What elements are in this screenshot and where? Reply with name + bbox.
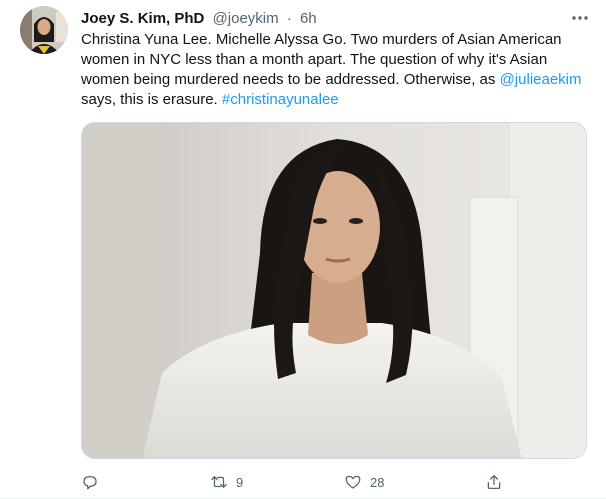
author-handle[interactable]: @joeykim	[213, 10, 279, 27]
author-avatar[interactable]	[20, 6, 68, 54]
retweet-count: 9	[236, 474, 244, 490]
tweet-text-body-end: says, this is erasure.	[81, 91, 222, 108]
hashtag-link[interactable]: #christinayunalee	[222, 91, 339, 108]
reply-button[interactable]	[81, 470, 107, 494]
heart-icon	[345, 475, 361, 489]
more-options-button[interactable]	[570, 8, 590, 28]
author-display-name[interactable]: Joey S. Kim, PhD	[81, 10, 204, 27]
retweet-icon	[211, 476, 227, 488]
more-horizontal-icon	[572, 16, 588, 20]
separator-dot: ·	[286, 10, 292, 27]
mention-link[interactable]: @julieaekim	[500, 71, 582, 88]
like-button[interactable]: 28	[344, 470, 384, 494]
photo-woman-portrait	[82, 123, 586, 458]
tweet-header: Joey S. Kim, PhD @joeykim · 6h	[81, 9, 566, 29]
tweet[interactable]: Joey S. Kim, PhD @joeykim · 6h Christina…	[0, 0, 606, 499]
reply-icon	[83, 476, 97, 490]
share-button[interactable]	[485, 470, 503, 494]
retweet-button[interactable]: 9	[210, 470, 243, 494]
tweet-text-body: Christina Yuna Lee. Michelle Alyssa Go. …	[81, 31, 562, 88]
tweet-media-photo[interactable]	[81, 122, 587, 459]
tweet-actions-bar: 9 28	[81, 470, 511, 494]
like-count: 28	[370, 474, 385, 490]
tweet-text: Christina Yuna Lee. Michelle Alyssa Go. …	[81, 30, 591, 110]
share-icon	[487, 474, 501, 490]
tweet-timestamp[interactable]: 6h	[300, 10, 317, 27]
